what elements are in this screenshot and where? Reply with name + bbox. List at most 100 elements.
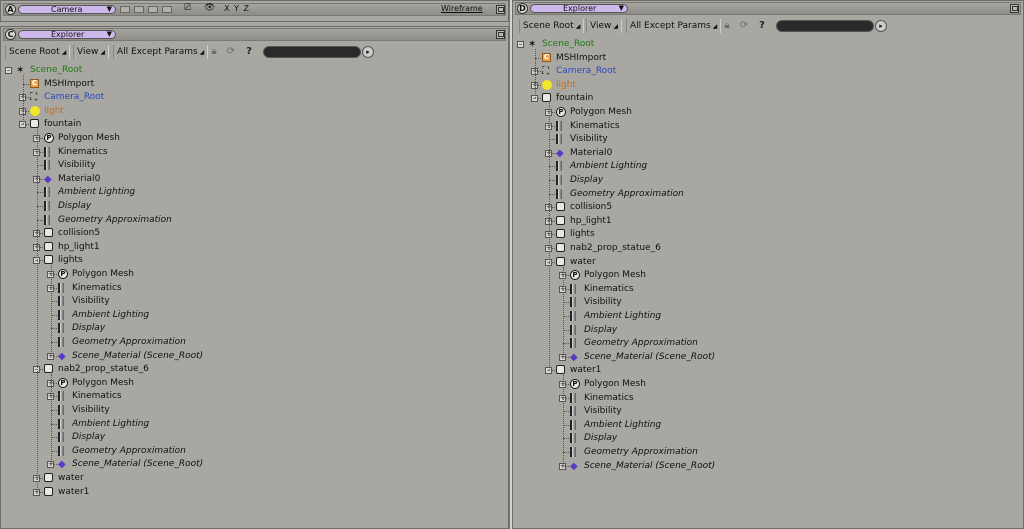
group-icon <box>556 202 565 212</box>
refresh-icon[interactable]: ⟳ <box>738 20 750 32</box>
viewport-letter-c[interactable]: C <box>5 29 16 40</box>
tree-node-label: Polygon Mesh <box>72 269 134 279</box>
property-icon <box>556 188 562 199</box>
tree-node-label: Display <box>58 201 92 211</box>
camera-view-label: Camera <box>51 5 83 14</box>
right-explorer-pane: D Explorer ▼ Scene Root ◢ View ◢ All Excep… <box>512 0 1024 529</box>
maximize-button[interactable] <box>496 5 505 14</box>
tree-node-label: Scene_Material (Scene_Root) <box>72 459 204 470</box>
group-icon <box>556 215 565 225</box>
scene-root-icon: ✶ <box>528 39 537 50</box>
property-icon <box>556 175 562 185</box>
property-icon <box>570 447 576 457</box>
property-icon <box>570 392 576 403</box>
scope-menu-button[interactable]: Scene Root ◢ <box>5 45 71 59</box>
toggle-box-icon[interactable] <box>148 6 158 13</box>
filter-menu-button[interactable]: All Except Params ◢ <box>113 45 209 59</box>
lock-icon[interactable]: 🔒︎ <box>208 46 220 58</box>
chevron-down-icon: ▼ <box>106 5 112 13</box>
group-icon <box>44 473 53 482</box>
property-icon <box>58 391 64 402</box>
scope-label: Scene Root <box>9 47 60 57</box>
tree-node-label: Geometry Approximation <box>72 337 186 347</box>
group-icon <box>44 241 53 251</box>
toggle-box-icon[interactable] <box>120 6 130 13</box>
property-icon <box>58 282 64 293</box>
maximize-button[interactable] <box>496 30 505 39</box>
scope-menu-button[interactable]: Scene Root ◢ <box>519 19 585 33</box>
display-mode-label[interactable]: Wireframe <box>441 4 483 13</box>
help-icon[interactable]: ? <box>243 46 255 58</box>
maximize-button[interactable] <box>1010 4 1019 13</box>
search-go-button[interactable]: ▸ <box>875 20 887 32</box>
tree-guide-line <box>563 375 564 466</box>
material-icon: ◆ <box>556 147 564 159</box>
refresh-icon[interactable]: ⟳ <box>225 46 237 58</box>
explorer-title-label: Explorer <box>563 4 597 13</box>
help-icon[interactable]: ? <box>756 20 768 32</box>
constraint-icon: C <box>542 52 551 62</box>
polygon-mesh-icon: P <box>570 270 580 281</box>
lock-icon[interactable]: 🔒︎ <box>721 20 733 32</box>
camera-view-selector[interactable]: Camera ▼ <box>18 5 116 14</box>
toggle-box-icon[interactable] <box>134 6 144 13</box>
property-icon <box>44 214 50 225</box>
collapse-icon[interactable]: – <box>5 67 12 74</box>
viewport-toggle-icons[interactable] <box>120 6 178 13</box>
tree-guide-line <box>549 103 550 371</box>
property-icon <box>44 160 50 171</box>
group-icon <box>44 486 53 496</box>
group-icon <box>44 255 53 265</box>
tree-node-label: Ambient Lighting <box>584 311 662 321</box>
camera-icon[interactable]: ⎚ <box>184 3 191 13</box>
viewport-letter-a[interactable]: A <box>5 4 16 15</box>
tree-node-label: Ambient Lighting <box>72 309 150 320</box>
property-icon <box>58 309 64 320</box>
explorer-view-selector[interactable]: Explorer ▼ <box>18 30 116 39</box>
axes-label[interactable]: X Y Z <box>224 4 250 13</box>
camera-viewport-pane: A Camera ▼ ⎚ 👁 X Y Z Wireframe <box>0 0 509 22</box>
tree-node-label: Display <box>584 433 618 444</box>
eye-icon[interactable]: 👁 <box>204 3 215 13</box>
property-icon <box>570 406 576 417</box>
property-icon <box>570 433 576 444</box>
tree-node-label: Material0 <box>58 173 101 184</box>
tree-node-label: Display <box>72 432 106 443</box>
menu-arrow-icon: ◢ <box>712 23 718 30</box>
tree-node-label: collision5 <box>570 202 613 213</box>
explorer-view-selector[interactable]: Explorer ▼ <box>530 4 628 13</box>
tree-node-label: lights <box>570 229 595 240</box>
property-icon <box>58 432 64 443</box>
view-menu-button[interactable]: View ◢ <box>586 19 622 33</box>
search-input[interactable] <box>263 46 361 58</box>
view-menu-button[interactable]: View ◢ <box>73 45 109 59</box>
search-input[interactable] <box>776 20 874 32</box>
tree-node-label: Visibility <box>584 406 622 417</box>
tree-node-label: Display <box>570 175 604 185</box>
property-icon <box>44 201 50 211</box>
property-icon <box>58 323 64 334</box>
group-icon <box>30 119 39 129</box>
tree-guide-line <box>535 49 536 99</box>
tree-node-label: lights <box>58 255 83 266</box>
tree-guide-line <box>37 129 38 492</box>
tree-node-label: Display <box>72 323 106 334</box>
tree-node-label: water <box>570 256 596 267</box>
tree-node-label: Scene_Material (Scene_Root) <box>584 351 716 362</box>
toggle-box-icon[interactable] <box>162 6 172 13</box>
tree-node-label: Visibility <box>58 160 96 171</box>
search-go-button[interactable]: ▸ <box>362 46 374 58</box>
tree-node-label: Geometry Approximation <box>584 338 698 349</box>
tree-node-label: Polygon Mesh <box>72 377 134 388</box>
property-icon <box>556 134 562 145</box>
viewport-letter-d[interactable]: D <box>517 3 528 14</box>
material-icon: ◆ <box>570 351 578 363</box>
tree-node-label: hp_light1 <box>58 241 100 252</box>
tree-node-label: Ambient Lighting <box>584 419 662 430</box>
property-icon <box>58 337 64 347</box>
filter-menu-button[interactable]: All Except Params ◢ <box>626 19 722 33</box>
group-icon <box>556 229 565 239</box>
polygon-mesh-icon: P <box>570 379 580 389</box>
collapse-icon[interactable]: – <box>517 41 524 48</box>
property-icon <box>44 187 50 198</box>
